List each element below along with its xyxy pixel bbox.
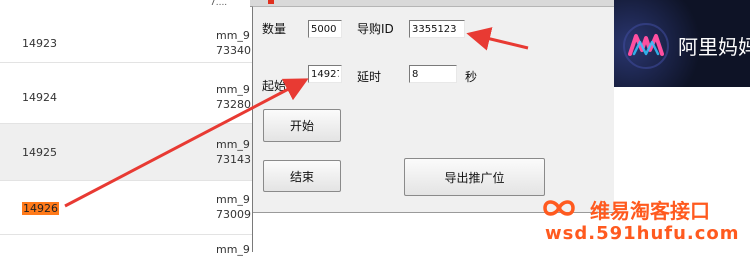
row-value: 73280 <box>216 98 251 111</box>
row-id: 14926 <box>22 202 59 215</box>
row-value: 73009 <box>216 208 251 221</box>
guide-id-label: 导购ID <box>357 22 394 36</box>
list-row[interactable]: 14925 mm_9 73143 <box>0 124 252 181</box>
list-row[interactable]: 14923 mm_9 73340 <box>0 24 252 63</box>
row-value: 73143 <box>216 153 251 166</box>
background-record-list: 7.... 14923 mm_9 73340 14924 mm_9 73280 … <box>0 0 252 256</box>
banner-title: 阿里妈妈 <box>678 35 750 59</box>
highlighted-id: 14926 <box>22 202 59 215</box>
list-top-fragment: 7.... <box>210 0 228 6</box>
alimama-banner[interactable]: 阿里妈妈 <box>614 0 750 87</box>
row-account: mm_9 <box>216 193 250 206</box>
list-row[interactable]: mm_9 <box>0 235 252 256</box>
start-input[interactable] <box>308 65 342 83</box>
watermark-site-name: 维易淘客接口 <box>590 199 710 223</box>
seconds-label: 秒 <box>465 70 478 84</box>
start-label: 起始 <box>262 79 287 93</box>
row-account: mm_9 <box>216 83 250 96</box>
watermark-url: wsd.591hufu.com <box>545 223 740 244</box>
end-button[interactable]: 结束 <box>263 160 341 192</box>
row-account: mm_9 <box>216 138 250 151</box>
quantity-input[interactable] <box>308 20 342 38</box>
row-account: mm_9 <box>216 243 250 256</box>
row-id: 14924 <box>22 91 57 104</box>
alimama-logo-icon <box>623 23 669 69</box>
export-button[interactable]: 导出推广位 <box>404 158 545 196</box>
row-id: 14925 <box>22 146 57 159</box>
start-button[interactable]: 开始 <box>263 109 341 142</box>
row-id: 14923 <box>22 37 57 50</box>
row-account: mm_9 <box>216 29 250 42</box>
guide-id-input[interactable] <box>409 20 465 38</box>
list-row[interactable]: 14924 mm_9 73280 <box>0 63 252 124</box>
row-value: 73340 <box>216 44 251 57</box>
list-row[interactable]: 14926 mm_9 73009 <box>0 181 252 235</box>
quantity-label: 数量 <box>262 22 287 36</box>
delay-input[interactable] <box>409 65 457 83</box>
delay-label: 延时 <box>357 70 382 84</box>
watermark-logo-icon <box>543 200 575 216</box>
close-icon[interactable] <box>268 0 274 4</box>
